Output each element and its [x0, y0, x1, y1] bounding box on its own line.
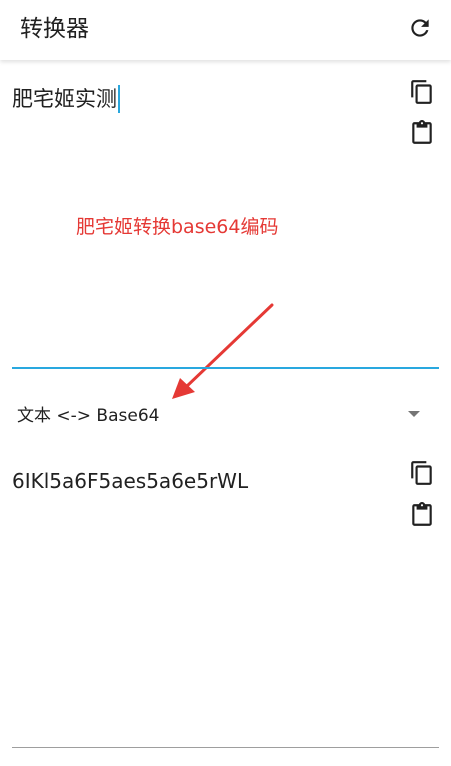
copy-output-button[interactable]	[407, 458, 437, 488]
app-title: 转换器	[20, 16, 89, 42]
app-bar: 转换器	[0, 0, 451, 60]
copy-icon	[411, 461, 432, 485]
input-underline	[12, 367, 439, 369]
refresh-icon	[411, 19, 429, 37]
source-text-value: 肥宅姬实测	[12, 87, 117, 111]
paste-output-button[interactable]	[407, 500, 437, 530]
paste-input-button[interactable]	[407, 118, 437, 148]
chevron-down-icon	[408, 411, 420, 417]
copy-icon	[411, 80, 432, 104]
paste-icon	[412, 502, 432, 526]
result-text-output[interactable]: 6IKl5a6F5aes5a6e5rWL	[12, 466, 248, 496]
refresh-button[interactable]	[405, 13, 435, 43]
conversion-mode-selected: 文本 <-> Base64	[17, 406, 160, 426]
output-underline	[12, 747, 439, 748]
annotation-arrow	[172, 303, 274, 399]
source-text-input[interactable]: 肥宅姬实测	[12, 84, 120, 114]
annotation-note: 肥宅姬转换base64编码	[76, 216, 279, 238]
paste-icon	[412, 120, 432, 144]
text-caret	[118, 85, 120, 113]
copy-input-button[interactable]	[407, 77, 437, 107]
conversion-mode-dropdown[interactable]: 文本 <-> Base64	[12, 400, 439, 432]
